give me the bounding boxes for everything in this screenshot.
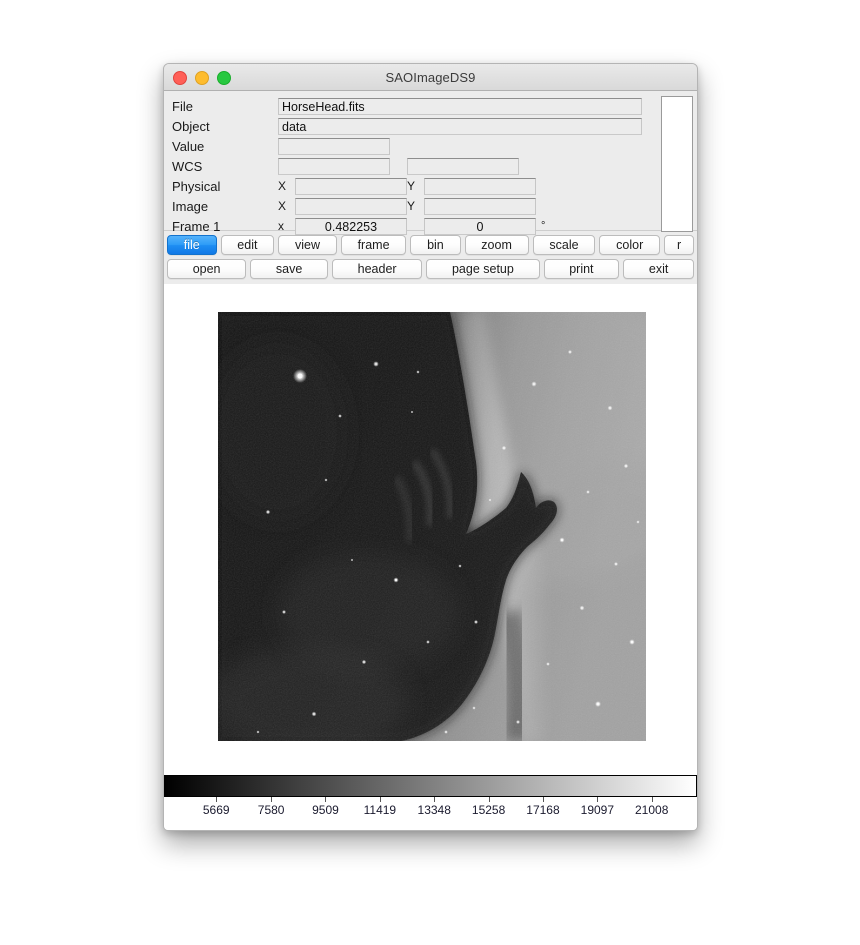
file-button-page-setup[interactable]: page setup <box>426 259 539 279</box>
info-label-file: File <box>168 99 278 114</box>
file-button-open[interactable]: open <box>167 259 246 279</box>
window-controls <box>173 71 231 85</box>
info-row-file: File HorseHead.fits <box>168 96 693 116</box>
image-axis-y-label: Y <box>407 199 424 213</box>
colorbar-tick-label: 19097 <box>581 803 614 817</box>
image-axis-x-label: X <box>278 199 295 213</box>
colorbar-gradient[interactable] <box>164 775 697 797</box>
info-row-value: Value <box>168 136 693 156</box>
close-button[interactable] <box>173 71 187 85</box>
magnifier-panel[interactable] <box>661 96 693 232</box>
frame-axis-x-label: x <box>278 219 295 233</box>
colorbar-area: 5669 7580 9509 11419 13348 15258 17168 19097 210… <box>164 769 697 831</box>
colorbar-tick-label: 11419 <box>364 803 396 817</box>
object-field[interactable]: data <box>278 118 642 135</box>
image-field-x[interactable] <box>295 198 407 215</box>
image-field-y[interactable] <box>424 198 536 215</box>
primary-menu-row: file edit view frame bin zoom scale colo… <box>167 235 694 255</box>
image-canvas[interactable] <box>164 284 697 769</box>
file-button-exit[interactable]: exit <box>623 259 694 279</box>
colorbar-tickmark <box>216 797 217 802</box>
physical-axis-x-label: X <box>278 179 295 193</box>
colorbar-tick-label: 5669 <box>203 803 230 817</box>
menu-button-file[interactable]: file <box>167 235 217 255</box>
info-label-physical: Physical <box>168 179 278 194</box>
colorbar-tickmark <box>652 797 653 802</box>
colorbar-tick-label: 13348 <box>418 803 451 817</box>
info-label-wcs: WCS <box>168 159 278 174</box>
info-panel: File HorseHead.fits Object data Value WC… <box>164 91 697 231</box>
menu-button-color[interactable]: color <box>599 235 660 255</box>
info-label-value: Value <box>168 139 278 154</box>
menu-button-scale[interactable]: scale <box>533 235 596 255</box>
colorbar-tick-label: 15258 <box>472 803 505 817</box>
colorbar-tick-label: 17168 <box>526 803 559 817</box>
physical-field-x[interactable] <box>295 178 407 195</box>
colorbar-tick-axis: 5669 7580 9509 11419 13348 15258 17168 19097 210… <box>164 797 697 831</box>
colorbar-tickmark <box>380 797 381 802</box>
colorbar-tickmark <box>434 797 435 802</box>
physical-field-y[interactable] <box>424 178 536 195</box>
ds9-window: SAOImageDS9 File HorseHead.fits Object d… <box>163 63 698 831</box>
maximize-button[interactable] <box>217 71 231 85</box>
menu-button-edit[interactable]: edit <box>221 235 275 255</box>
info-label-frame: Frame 1 <box>168 219 278 234</box>
info-row-image: Image X Y <box>168 196 693 216</box>
info-row-object: Object data <box>168 116 693 136</box>
info-label-image: Image <box>168 199 278 214</box>
file-field[interactable]: HorseHead.fits <box>278 98 642 115</box>
degree-symbol-icon: ° <box>541 220 545 232</box>
wcs-field-y[interactable] <box>407 158 519 175</box>
file-button-header[interactable]: header <box>332 259 422 279</box>
menu-button-region-truncated[interactable]: r <box>664 235 694 255</box>
colorbar-tick-label: 7580 <box>258 803 285 817</box>
colorbar-tickmark <box>543 797 544 802</box>
colorbar-tick-label: 21008 <box>635 803 668 817</box>
colorbar-tickmark <box>597 797 598 802</box>
menu-button-zoom[interactable]: zoom <box>465 235 529 255</box>
menu-button-view[interactable]: view <box>278 235 337 255</box>
window-title: SAOImageDS9 <box>164 70 697 85</box>
colorbar-tickmark <box>325 797 326 802</box>
file-menu-row: open save header page setup print exit <box>167 259 694 279</box>
menu-button-bin[interactable]: bin <box>410 235 460 255</box>
window-titlebar: SAOImageDS9 <box>164 64 697 91</box>
horsehead-nebula-fits-image[interactable] <box>218 312 646 741</box>
wcs-field-x[interactable] <box>278 158 390 175</box>
info-row-physical: Physical X Y <box>168 176 693 196</box>
value-field[interactable] <box>278 138 390 155</box>
info-label-object: Object <box>168 119 278 134</box>
file-button-print[interactable]: print <box>544 259 620 279</box>
frame-rotation-field[interactable]: 0 <box>424 218 536 235</box>
frame-zoom-field[interactable]: 0.482253 <box>295 218 407 235</box>
minimize-button[interactable] <box>195 71 209 85</box>
file-button-save[interactable]: save <box>250 259 328 279</box>
menu-button-frame[interactable]: frame <box>341 235 407 255</box>
menu-button-bars: file edit view frame bin zoom scale colo… <box>164 231 697 284</box>
info-row-frame: Frame 1 x 0.482253 0 ° <box>168 216 693 236</box>
colorbar-tick-label: 9509 <box>312 803 339 817</box>
physical-axis-y-label: Y <box>407 179 424 193</box>
info-row-wcs: WCS <box>168 156 693 176</box>
colorbar-tickmark <box>489 797 490 802</box>
colorbar-tickmark <box>271 797 272 802</box>
